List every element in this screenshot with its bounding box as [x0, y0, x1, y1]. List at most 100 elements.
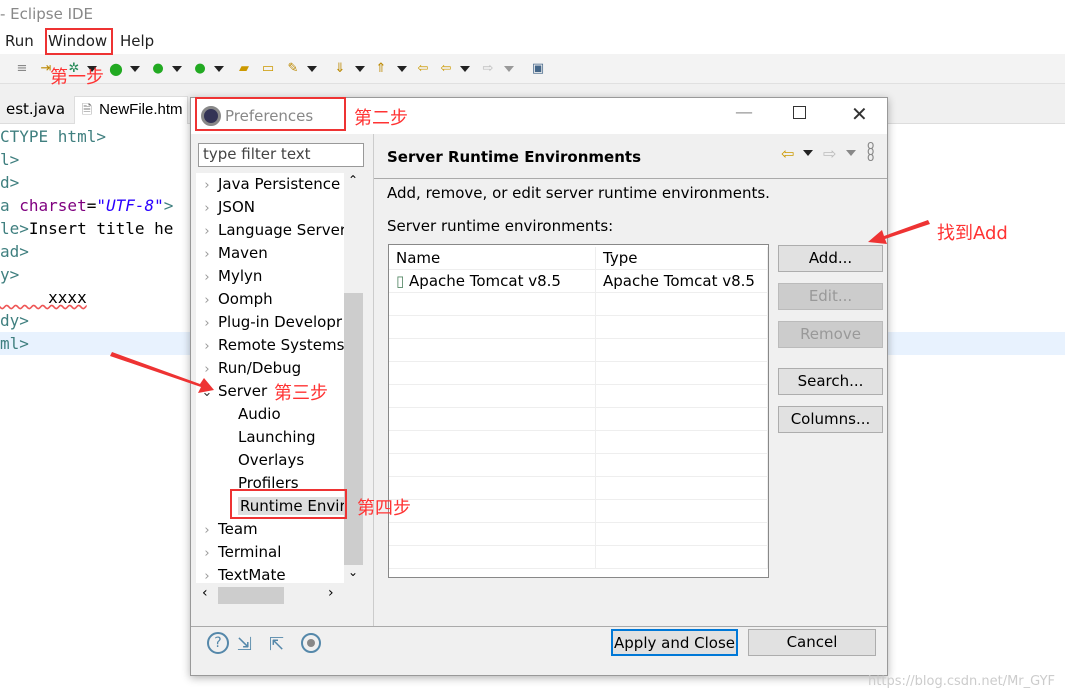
columns-button[interactable]: Columns... — [778, 406, 883, 433]
chevron-right-icon[interactable]: › — [196, 197, 218, 220]
external-tools-icon[interactable]: ● — [192, 61, 208, 77]
table-row[interactable] — [389, 316, 768, 339]
table-row[interactable] — [389, 546, 768, 569]
tree-vertical-scrollbar[interactable]: ⌃ ⌄ — [344, 173, 363, 583]
forward-icon[interactable]: ⇨ — [480, 61, 496, 77]
table-row[interactable] — [389, 408, 768, 431]
table-cell: ▯ Apache Tomcat v8.5 — [389, 270, 596, 293]
tree-item[interactable]: › Remote Systems — [196, 334, 344, 357]
table-row[interactable] — [389, 523, 768, 546]
chevron-right-icon[interactable]: › — [196, 312, 218, 335]
chevron-right-icon[interactable]: › — [196, 220, 218, 243]
help-icon[interactable]: ? — [207, 632, 229, 654]
tree-item-label: Server — [218, 382, 268, 400]
tree-item[interactable]: › Mylyn — [196, 265, 262, 288]
close-icon[interactable]: ✕ — [851, 102, 868, 126]
scroll-up-icon[interactable]: ⌃ — [348, 173, 358, 187]
apply-and-close-button[interactable]: Apply and Close — [611, 629, 738, 656]
table-row[interactable] — [389, 339, 768, 362]
chevron-right-icon[interactable]: › — [196, 542, 218, 565]
table-cell: Type — [596, 247, 768, 270]
cancel-button[interactable]: Cancel — [748, 629, 876, 656]
menu-run[interactable]: Run — [5, 32, 34, 50]
tree-item[interactable]: Overlays — [196, 449, 304, 472]
view-menu-icon[interactable]: ooo — [867, 139, 874, 163]
chevron-right-icon[interactable]: › — [196, 565, 218, 583]
tree-item[interactable]: › Maven — [196, 242, 267, 266]
remove-button[interactable]: Remove — [778, 321, 883, 348]
scroll-right-icon[interactable]: › — [328, 585, 334, 601]
tree-item[interactable]: Audio — [196, 403, 281, 426]
chevron-right-icon[interactable]: › — [196, 289, 218, 312]
table-row[interactable] — [389, 500, 768, 523]
tab-test-java[interactable]: est.java — [0, 96, 71, 124]
table-cell — [596, 523, 768, 546]
run-icon[interactable]: ● — [108, 61, 124, 77]
maximize-icon[interactable] — [793, 106, 806, 119]
tree-item[interactable]: › Oomph — [196, 288, 272, 312]
edit-button[interactable]: Edit... — [778, 283, 883, 310]
perspective-icon[interactable]: ▣ — [530, 61, 546, 77]
back-icon[interactable]: ⇦ — [438, 61, 454, 77]
scroll-thumb[interactable] — [344, 293, 363, 565]
chevron-down-icon[interactable]: ⌄ — [196, 381, 218, 404]
tab-newfile-html[interactable]: 🗎 NewFile.htm — [74, 96, 188, 124]
pane-splitter[interactable] — [373, 134, 374, 626]
scroll-down-icon[interactable]: ⌄ — [348, 565, 358, 579]
table-row[interactable] — [389, 477, 768, 500]
tree-item[interactable]: › JSON — [196, 196, 255, 219]
record-icon[interactable] — [301, 633, 321, 653]
back-icon[interactable]: ⇦ — [781, 144, 794, 163]
menu-help[interactable]: Help — [120, 32, 154, 50]
table-row[interactable] — [389, 431, 768, 454]
prev-annotation-icon[interactable]: ⇑ — [373, 61, 389, 77]
code-line: ad> — [0, 240, 29, 263]
annotation-step1: 第一步 — [50, 67, 104, 88]
chevron-right-icon[interactable]: › — [196, 335, 218, 358]
table-row[interactable] — [389, 293, 768, 316]
page-title: Server Runtime Environments — [387, 148, 641, 166]
scroll-left-icon[interactable]: ‹ — [202, 585, 208, 601]
tree-item[interactable]: › Team — [196, 518, 257, 542]
new-project-icon[interactable]: ▰ — [236, 61, 252, 77]
table-row[interactable] — [389, 385, 768, 408]
chevron-right-icon[interactable]: › — [196, 174, 218, 197]
table-row[interactable]: ▯ Apache Tomcat v8.5 Apache Tomcat v8.5 — [389, 270, 768, 293]
open-type-icon[interactable]: ▭ — [260, 61, 276, 77]
tree-item[interactable]: Launching — [196, 426, 316, 449]
search-pen-icon[interactable]: ✎ — [285, 61, 301, 77]
chevron-right-icon[interactable]: › — [196, 266, 218, 289]
import-icon[interactable]: ⇲ — [237, 634, 252, 655]
tree-item[interactable]: › Terminal — [196, 541, 281, 564]
add-button[interactable]: Add... — [778, 245, 883, 272]
search-button[interactable]: Search... — [778, 368, 883, 395]
coverage-icon[interactable]: ● — [150, 61, 166, 77]
next-annotation-icon[interactable]: ⇓ — [332, 61, 348, 77]
hscroll-thumb[interactable] — [218, 587, 284, 604]
tree-item[interactable]: › Language Server — [196, 219, 346, 242]
tree-horizontal-scrollbar[interactable]: ‹ › — [196, 583, 344, 607]
toggle-icon[interactable]: ≡ — [14, 61, 30, 77]
code-token: ad> — [0, 242, 29, 261]
forward-menu-icon[interactable] — [846, 150, 856, 156]
tree-item[interactable]: › TextMate — [196, 564, 285, 583]
minimize-icon[interactable]: — — [735, 102, 753, 123]
filter-input[interactable]: type filter text — [198, 143, 364, 167]
chevron-right-icon[interactable]: › — [196, 243, 218, 266]
forward-icon[interactable]: ⇨ — [823, 144, 836, 163]
window-title-bar: - Eclipse IDE — [0, 0, 1065, 28]
last-edit-icon[interactable]: ⇦ — [415, 61, 431, 77]
tree-item[interactable]: › Plug-in Developr — [196, 311, 342, 334]
tree-item[interactable]: › Run/Debug — [196, 357, 301, 380]
table-cell — [389, 339, 596, 362]
table-row[interactable] — [389, 454, 768, 477]
tree-item[interactable]: › Java Persistence — [196, 173, 340, 196]
back-menu-icon[interactable] — [803, 150, 813, 156]
tree-item-label: Audio — [238, 405, 281, 423]
tree-item[interactable]: ⌄ Server — [196, 380, 268, 404]
chevron-right-icon[interactable]: › — [196, 358, 218, 381]
chevron-right-icon[interactable]: › — [196, 519, 218, 542]
table-row[interactable] — [389, 362, 768, 385]
tree-item-label: Run/Debug — [218, 359, 302, 377]
export-icon[interactable]: ⇱ — [269, 634, 284, 655]
